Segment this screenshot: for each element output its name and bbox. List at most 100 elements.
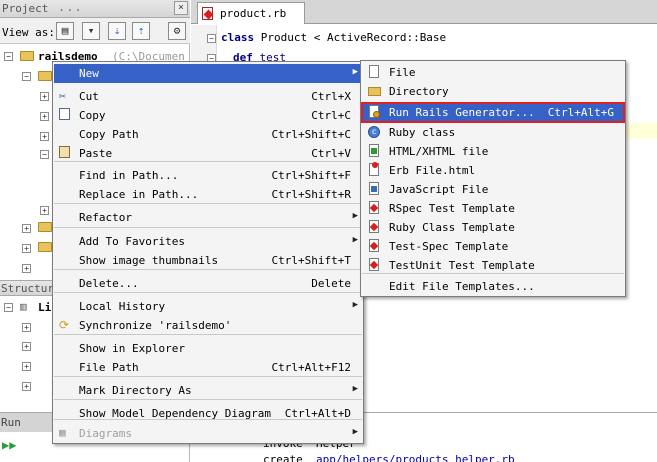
menu-item-shortcut: Ctrl+X (311, 90, 351, 103)
submenu-item-shortcut: Ctrl+Alt+G (547, 106, 614, 119)
menu-item-shortcut: Ctrl+Shift+R (271, 188, 351, 201)
dropdown-icon[interactable]: ▾ (82, 22, 100, 40)
submenu-item-ruby-class[interactable]: c Ruby class (362, 123, 624, 142)
menu-item-show-model-dependency-diagram[interactable]: Show Model Dependency Diagram Ctrl+Alt+D (54, 404, 362, 423)
menu-item-copy-path[interactable]: Copy Path Ctrl+Shift+C (54, 125, 362, 144)
tree-expander-icon[interactable]: + (22, 244, 31, 253)
gear-icon[interactable]: ⚙ (168, 22, 186, 40)
tree-expander-icon[interactable]: + (40, 112, 49, 121)
submenu-item-label: JavaScript File (389, 183, 489, 196)
submenu-item-label: TestUnit Test Template (389, 259, 535, 272)
file-icon (368, 65, 381, 79)
submenu-item-label: Directory (389, 85, 449, 98)
menu-item-label: Cut (79, 90, 99, 103)
folder-icon (38, 71, 52, 81)
rails-generator-icon (368, 105, 381, 119)
rerun-icon[interactable]: ▶▶ (2, 438, 16, 452)
erb-file-icon (368, 162, 381, 177)
tree-expander-icon[interactable]: − (40, 150, 49, 159)
submenu-arrow-icon: ▶ (352, 427, 358, 437)
menu-item-find-in-path[interactable]: Find in Path... Ctrl+Shift+F (54, 166, 362, 185)
structure-class-icon: ▥ (20, 300, 27, 313)
menu-item-shortcut: Ctrl+Alt+F12 (271, 361, 351, 374)
menu-item-shortcut: Ctrl+Shift+C (271, 128, 351, 141)
tree-expander-icon[interactable]: − (4, 52, 13, 61)
code-line[interactable]: class Product < ActiveRecord::Base (221, 31, 446, 44)
menu-item-cut[interactable]: ✂ Cut Ctrl+X (54, 87, 362, 106)
menu-item-show-image-thumbnails[interactable]: Show image thumbnails Ctrl+Shift+T (54, 251, 362, 270)
submenu-item-rspec-test-template[interactable]: RSpec Test Template (362, 199, 624, 218)
submenu-item-file[interactable]: File (362, 63, 624, 82)
menu-item-refactor[interactable]: Refactor ▶ (54, 208, 362, 227)
submenu-item-directory[interactable]: Directory (362, 82, 624, 101)
ruby-class-icon: c (368, 125, 381, 139)
menu-item-copy[interactable]: Copy Ctrl+C (54, 106, 362, 125)
submenu-item-run-rails-generator[interactable]: Run Rails Generator... Ctrl+Alt+G (361, 102, 625, 123)
submenu-item-javascript-file[interactable]: JavaScript File (362, 180, 624, 199)
menu-item-replace-in-path[interactable]: Replace in Path... Ctrl+Shift+R (54, 185, 362, 204)
folder-icon (38, 242, 52, 252)
menu-item-label: Refactor (79, 211, 132, 224)
menu-item-delete[interactable]: Delete... Delete (54, 274, 362, 293)
tree-expander-icon[interactable]: + (22, 382, 31, 391)
scroll-to-source-icon[interactable]: ⇣ (108, 22, 126, 40)
tree-expander-icon[interactable]: + (22, 224, 31, 233)
submenu-item-label: Ruby class (389, 126, 456, 139)
tree-expander-icon[interactable]: + (40, 92, 49, 101)
tree-expander-icon[interactable]: − (22, 72, 31, 81)
ruby-file-icon (202, 7, 213, 20)
tree-expander-icon[interactable]: + (40, 132, 49, 141)
project-panel-more[interactable]: ... (58, 0, 83, 14)
ruby-icon (368, 220, 381, 234)
collapse-all-icon[interactable]: ⇡ (132, 22, 150, 40)
submenu-item-label: File (389, 66, 416, 79)
submenu-arrow-icon: ▶ (352, 211, 358, 221)
tree-expander-icon[interactable]: + (22, 323, 31, 332)
tree-expander-icon[interactable]: + (40, 206, 49, 215)
tab-product-rb[interactable]: product.rb (197, 2, 305, 24)
menu-item-label: Show image thumbnails (79, 254, 219, 267)
run-output-action: create (263, 453, 303, 462)
structure-item[interactable]: Li (38, 301, 51, 314)
menu-item-label: Show Model Dependency Diagram (79, 407, 272, 420)
editor-tab-strip: product.rb (191, 0, 657, 24)
view-as-row: View as: ▤ ▾ ⇣ ⇡ ⚙ (0, 18, 190, 44)
menu-item-show-in-explorer[interactable]: Show in Explorer (54, 339, 362, 358)
menu-item-synchronize-railsdemo[interactable]: ⟳ Synchronize 'railsdemo' (54, 316, 362, 335)
submenu-item-ruby-class-template[interactable]: Ruby Class Template (362, 218, 624, 237)
submenu-arrow-icon: ▶ (352, 300, 358, 310)
tree-expander-icon[interactable]: − (4, 303, 13, 312)
menu-item-mark-directory-as[interactable]: Mark Directory As ▶ (54, 381, 362, 400)
run-output-line: create app/helpers/products_helper.rb (263, 453, 515, 462)
menu-item-label: Copy Path (79, 128, 139, 141)
menu-item-label: Find in Path... (79, 169, 179, 182)
tab-label: product.rb (220, 7, 287, 20)
menu-item-new[interactable]: New ▶ (54, 64, 362, 83)
submenu-item-test-spec-template[interactable]: Test-Spec Template (362, 237, 624, 256)
submenu-item-label: HTML/XHTML file (389, 145, 489, 158)
menu-item-paste[interactable]: Paste Ctrl+V (54, 144, 362, 163)
submenu-item-erb-file-html[interactable]: Erb File.html (362, 161, 624, 180)
menu-item-label: Mark Directory As (79, 384, 192, 397)
menu-item-diagrams[interactable]: ▦ Diagrams ▶ (54, 424, 362, 443)
copy-icon (59, 108, 73, 122)
tree-expander-icon[interactable]: + (22, 362, 31, 371)
tree-expander-icon[interactable]: + (22, 342, 31, 351)
project-panel-title: Project (2, 2, 49, 15)
menu-item-label: Replace in Path... (79, 188, 199, 201)
tree-expander-icon[interactable]: + (22, 264, 31, 273)
run-output-link[interactable]: app/helpers/products_helper.rb (316, 453, 515, 462)
close-icon[interactable]: × (174, 1, 188, 15)
menu-item-label: Add To Favorites (79, 235, 185, 248)
project-view-icon[interactable]: ▤ (56, 22, 74, 40)
menu-item-add-to-favorites[interactable]: Add To Favorites ▶ (54, 232, 362, 251)
menu-item-file-path[interactable]: File Path Ctrl+Alt+F12 (54, 358, 362, 377)
submenu-item-testunit-test-template[interactable]: TestUnit Test Template (362, 256, 624, 275)
folder-icon (368, 84, 381, 98)
menu-item-local-history[interactable]: Local History ▶ (54, 297, 362, 316)
submenu-item-html-xhtml-file[interactable]: HTML/XHTML file (362, 142, 624, 161)
paste-icon (59, 146, 73, 160)
menu-item-label: Synchronize 'railsdemo' (79, 319, 232, 332)
fold-icon[interactable]: − (207, 34, 216, 43)
submenu-item-edit-file-templates[interactable]: Edit File Templates... (362, 277, 624, 296)
